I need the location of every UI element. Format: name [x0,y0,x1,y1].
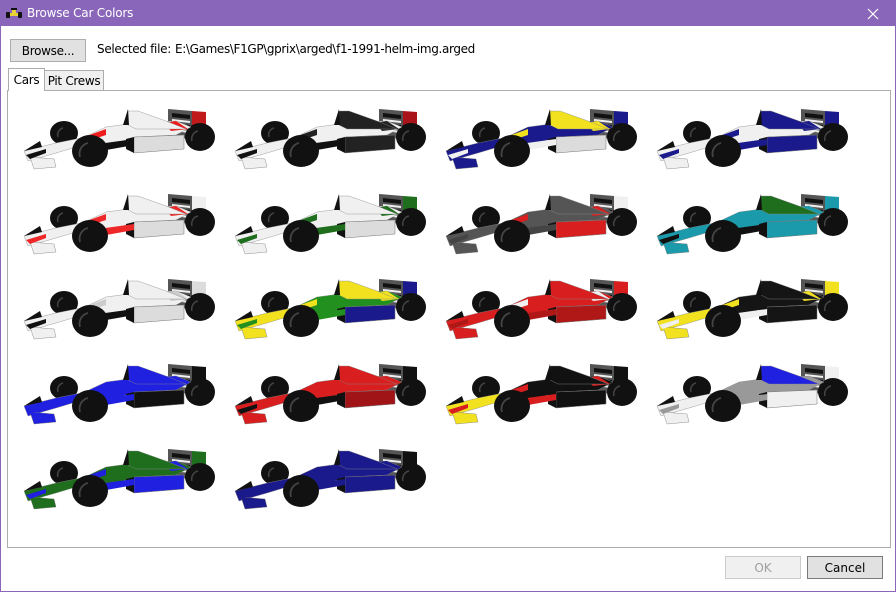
front-tire [494,220,530,252]
close-icon [867,8,879,19]
front-tire [72,475,108,507]
car-color-scheme[interactable] [649,354,849,434]
selected-file-path: E:\Games\F1GP\gprix\arged\f1-1991-helm-i… [175,42,475,56]
front-tire [72,305,108,337]
front-wing [29,411,57,425]
car-color-scheme[interactable] [649,184,849,264]
sidepod [344,219,396,239]
car-color-scheme[interactable] [16,439,216,519]
front-wing [451,156,479,170]
front-wing [240,326,268,340]
sidepod [555,134,607,154]
sidepod [344,474,396,494]
front-tire [705,135,741,167]
front-tire [705,390,741,422]
front-tire [283,475,319,507]
browse-car-colors-dialog: Browse Car Colors Browse... Selected fil… [0,0,896,592]
front-tire [283,390,319,422]
front-tire [494,135,530,167]
sidepod [344,134,396,154]
front-tire [494,390,530,422]
car-color-scheme[interactable] [16,269,216,349]
front-wing [662,411,690,425]
browse-button[interactable]: Browse... [10,39,86,62]
sidepod [555,389,607,409]
front-wing [451,326,479,340]
sidepod [555,304,607,324]
car-color-scheme[interactable] [227,269,427,349]
front-tire [283,305,319,337]
sidepod [133,474,185,494]
front-wing [29,241,57,255]
sidepod [133,389,185,409]
car-color-scheme[interactable] [438,269,638,349]
car-color-scheme[interactable] [227,99,427,179]
cars-panel [7,90,891,548]
car-color-scheme[interactable] [438,354,638,434]
car-color-scheme[interactable] [16,184,216,264]
sidepod [133,134,185,154]
front-tire [494,305,530,337]
front-wing [240,411,268,425]
front-wing [451,241,479,255]
front-wing [29,156,57,170]
car-color-scheme[interactable] [649,269,849,349]
car-color-scheme[interactable] [227,439,427,519]
front-wing [240,496,268,510]
car-color-scheme[interactable] [649,99,849,179]
cancel-button[interactable]: Cancel [807,556,883,579]
front-tire [72,390,108,422]
front-wing [240,241,268,255]
front-tire [283,135,319,167]
sidepod [133,219,185,239]
car-color-scheme[interactable] [438,184,638,264]
front-tire [72,220,108,252]
front-tire [72,135,108,167]
front-wing [240,156,268,170]
front-tire [705,305,741,337]
tab-cars[interactable]: Cars [8,68,45,91]
front-wing [451,411,479,425]
car-color-scheme[interactable] [16,354,216,434]
front-tire [705,220,741,252]
sidepod [133,304,185,324]
car-color-scheme[interactable] [438,99,638,179]
front-wing [29,326,57,340]
sidepod [344,389,396,409]
front-wing [662,156,690,170]
car-color-scheme[interactable] [227,354,427,434]
front-wing [662,241,690,255]
selected-file-label: Selected file: [97,42,171,56]
tab-pit-crews[interactable]: Pit Crews [44,70,104,91]
front-wing [662,326,690,340]
sidepod [766,134,818,154]
title-bar: Browse Car Colors [1,1,895,26]
car-color-scheme[interactable] [16,99,216,179]
sidepod [555,219,607,239]
front-tire [283,220,319,252]
sidepod [344,304,396,324]
race-car-icon [6,7,22,19]
front-wing [29,496,57,510]
sidepod [766,219,818,239]
ok-button[interactable]: OK [725,556,801,579]
sidepod [766,389,818,409]
close-button[interactable] [851,1,895,26]
sidepod [766,304,818,324]
window-title: Browse Car Colors [27,6,134,20]
car-color-scheme[interactable] [227,184,427,264]
